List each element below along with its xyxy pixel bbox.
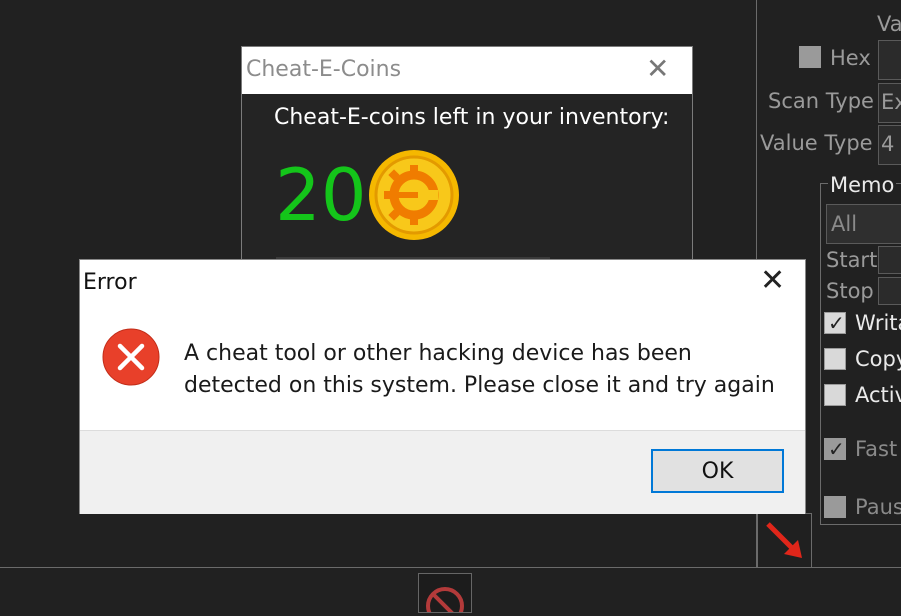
coins-titlebar: Cheat-E-Coins ✕ (242, 47, 692, 94)
scan-type-select[interactable]: Ex (878, 83, 901, 123)
ok-button[interactable]: OK (651, 449, 784, 493)
error-dialog-footer: OK (80, 430, 805, 514)
copy-on-write-checkbox[interactable] (824, 348, 846, 370)
error-close-button[interactable]: ✕ (760, 266, 785, 296)
value-label: Va (877, 12, 901, 36)
start-address-input[interactable] (878, 246, 901, 274)
error-dialog: Error ✕ A cheat tool or other hacking de… (79, 259, 806, 514)
memory-region-value: All (831, 212, 858, 236)
active-memory-checkbox[interactable] (824, 384, 846, 406)
red-arrow-icon (766, 522, 802, 558)
coins-close-button[interactable]: ✕ (646, 55, 669, 83)
checkmark-icon: ✓ (828, 437, 845, 461)
memory-region-select[interactable]: All (826, 204, 901, 244)
error-x-icon (102, 328, 160, 386)
scan-type-label: Scan Type (768, 89, 874, 113)
copy-on-write-label: Copy (855, 347, 901, 371)
cheat-e-coins-window: Cheat-E-Coins ✕ Cheat-E-coins left in yo… (241, 46, 693, 266)
pause-checkbox[interactable] (824, 496, 846, 518)
writable-label: Writa (855, 311, 901, 335)
value-input[interactable] (878, 40, 901, 80)
add-address-button[interactable] (757, 513, 812, 568)
coins-window-title: Cheat-E-Coins (246, 57, 402, 82)
fast-scan-label: Fast (855, 437, 898, 461)
stop-address-input[interactable] (878, 277, 901, 305)
memory-group-label: Memo (828, 173, 897, 197)
stop-label: Stop (826, 279, 874, 303)
stop-scan-button[interactable] (418, 573, 472, 616)
writable-checkbox[interactable]: ✓ (824, 311, 846, 335)
error-message: A cheat tool or other hacking device has… (184, 341, 775, 398)
checkmark-icon: ✓ (828, 311, 845, 335)
start-label: Start (826, 248, 878, 272)
value-type-select[interactable]: 4 (878, 125, 901, 165)
coins-caption: Cheat-E-coins left in your inventory: (274, 105, 670, 130)
coins-count: 20 (275, 153, 367, 237)
active-memory-label: Activ (855, 383, 901, 407)
value-type-value: 4 (881, 132, 895, 156)
coin-icon (369, 150, 459, 240)
hex-label: Hex (830, 46, 871, 70)
fast-scan-checkbox[interactable]: ✓ (824, 437, 846, 461)
error-dialog-title: Error (83, 270, 137, 295)
hex-checkbox[interactable] (799, 46, 821, 68)
pause-label: Paus (855, 495, 901, 519)
scan-type-value: Ex (881, 90, 901, 114)
value-type-label: Value Type (760, 131, 873, 155)
prohibited-icon (426, 587, 464, 616)
panel-divider (0, 567, 901, 568)
